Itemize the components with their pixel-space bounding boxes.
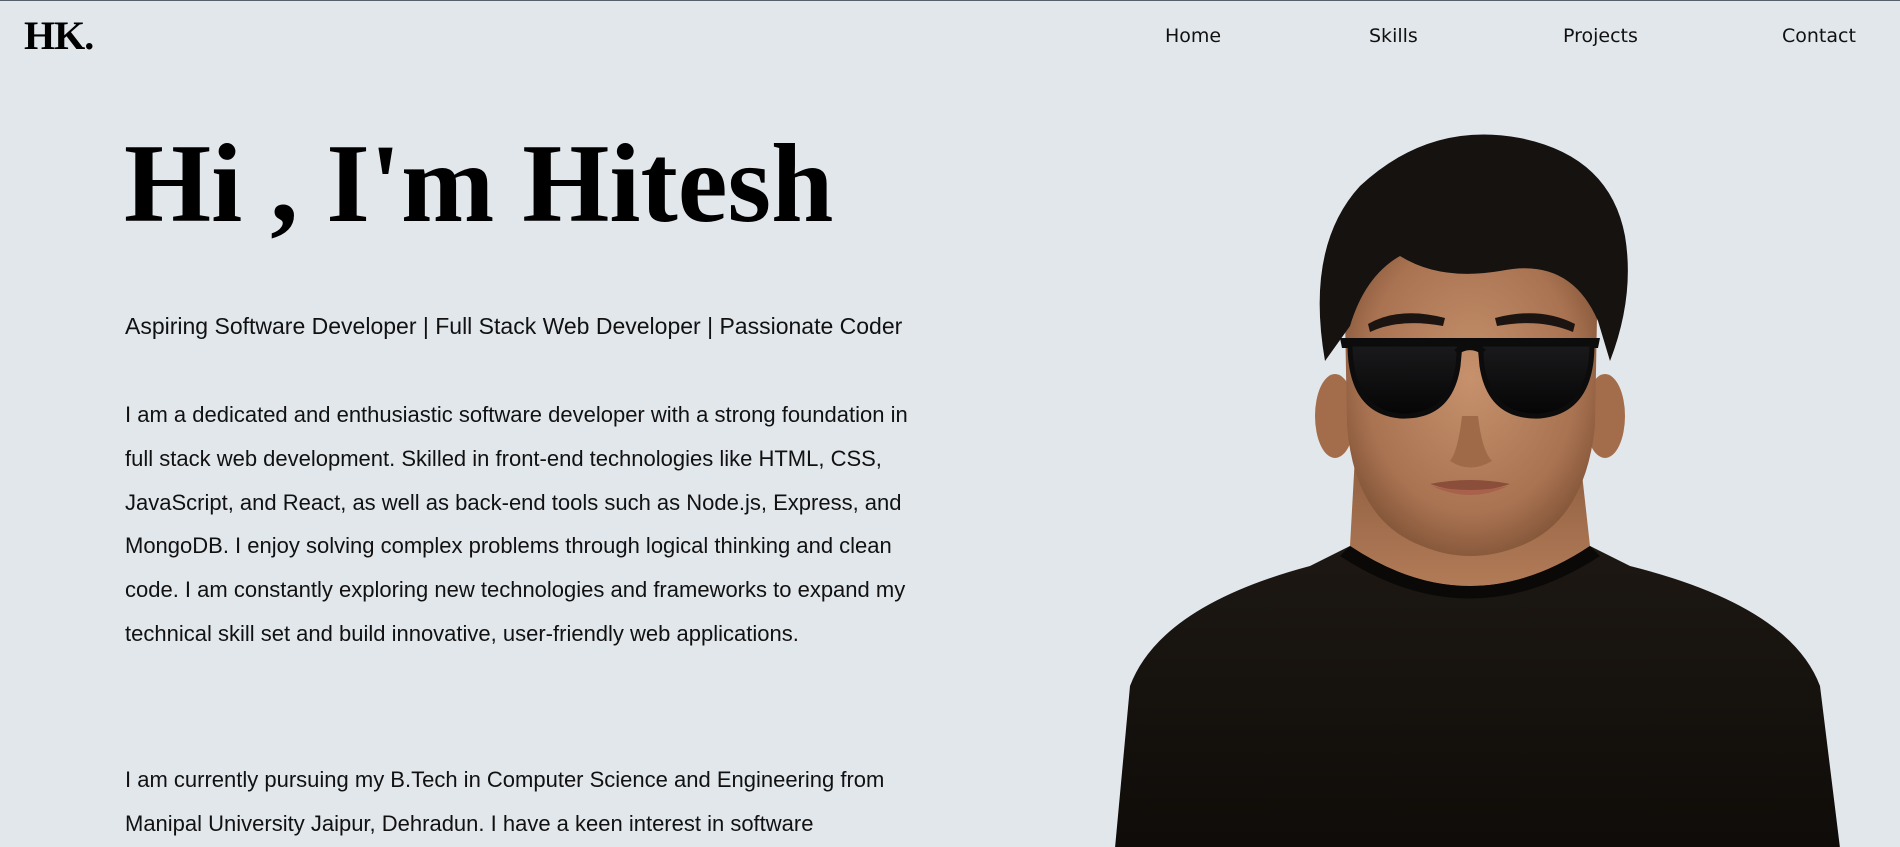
hero-title: Hi , I'm Hitesh (124, 122, 834, 246)
hero-tagline: Aspiring Software Developer | Full Stack… (125, 313, 903, 339)
profile-photo (1115, 134, 1840, 847)
nav-projects-link[interactable]: Projects (1563, 21, 1638, 51)
nav-skills-link[interactable]: Skills (1369, 21, 1418, 51)
main-nav: Home Skills Projects Contact (0, 21, 1900, 51)
about-paragraph-intro: I am a dedicated and enthusiastic softwa… (125, 402, 908, 646)
nav-contact-link[interactable]: Contact (1782, 21, 1856, 51)
about-paragraph-education: I am currently pursuing my B.Tech in Com… (125, 767, 885, 836)
nav-home-link[interactable]: Home (1165, 21, 1221, 51)
